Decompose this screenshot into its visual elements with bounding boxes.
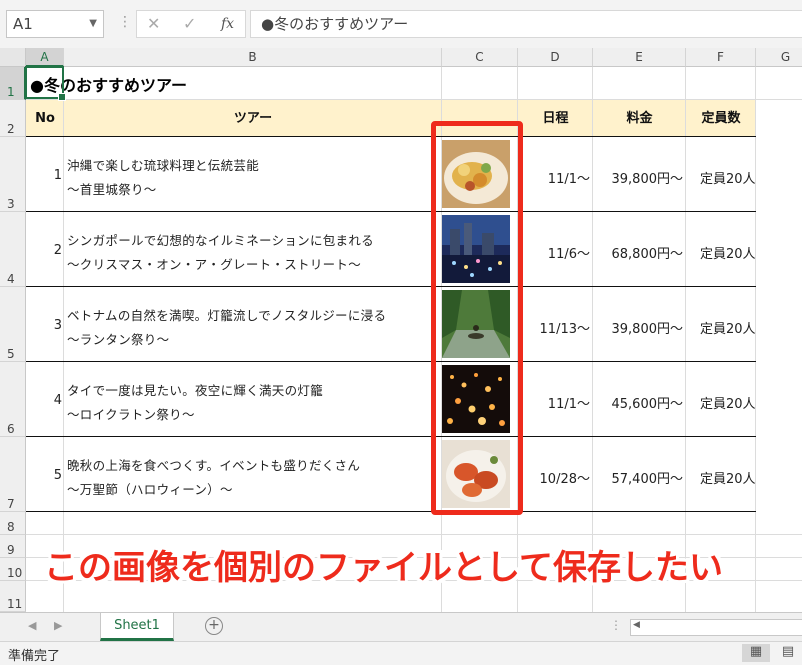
cell-capacity[interactable]: 定員20人 <box>700 168 756 187</box>
cell-tour-name[interactable]: 沖縄で楽しむ琉球料理と伝統芸能 <box>67 155 259 174</box>
row-header-5[interactable]: 5 <box>0 287 26 362</box>
gridline <box>592 67 593 612</box>
cell-date[interactable]: 11/13〜 <box>518 318 590 337</box>
cell-price[interactable]: 39,800円〜 <box>593 318 684 337</box>
page-layout-view-icon[interactable]: ▤ <box>774 644 802 662</box>
cell-date[interactable]: 10/28〜 <box>518 468 590 487</box>
formula-bar: A1 ▼ ⋮ ✕ ✓ fx ●冬のおすすめツアー <box>0 0 802 49</box>
header-capacity[interactable]: 定員数 <box>686 100 756 137</box>
cell-no[interactable]: 5 <box>26 468 62 483</box>
chevron-down-icon[interactable]: ▼ <box>89 11 97 37</box>
tab-splitter-icon[interactable]: ⋮ <box>610 618 622 632</box>
formula-buttons: ✕ ✓ fx <box>136 10 246 38</box>
add-sheet-icon[interactable]: + <box>205 617 223 635</box>
cell-no[interactable]: 3 <box>26 318 62 333</box>
normal-view-icon[interactable]: ▦ <box>742 644 770 662</box>
cell-tour-sub[interactable]: 〜クリスマス・オン・ア・グレート・ストリート〜 <box>67 254 361 273</box>
active-cell-selection <box>25 66 66 101</box>
cell-date[interactable]: 11/1〜 <box>518 168 590 187</box>
cell-capacity[interactable]: 定員20人 <box>700 318 756 337</box>
header-price[interactable]: 料金 <box>593 100 686 137</box>
column-header-f[interactable]: F <box>686 48 756 67</box>
sheet-tabs-bar: ◀ ▶ Sheet1 + ⋮ ◀ <box>0 612 802 641</box>
annotation-callout: この画像を個別のファイルとして保存したい <box>44 548 723 588</box>
header-schedule[interactable]: 日程 <box>518 100 593 137</box>
cell-date[interactable]: 11/1〜 <box>518 393 590 412</box>
cell-tour-name[interactable]: タイで一度は見たい。夜空に輝く満天の灯籠 <box>67 380 323 399</box>
table-border <box>26 361 756 362</box>
cell-tour-name[interactable]: 晩秋の上海を食べつくす。イベントも盛りだくさん <box>67 455 360 474</box>
column-header-c[interactable]: C <box>442 48 518 67</box>
tab-next-icon[interactable]: ▶ <box>54 619 62 632</box>
select-all-corner[interactable] <box>0 48 26 67</box>
row-header-4[interactable]: 4 <box>0 212 26 287</box>
tab-sheet1[interactable]: Sheet1 <box>100 613 174 641</box>
cell-price[interactable]: 45,600円〜 <box>593 393 684 412</box>
row-header-3[interactable]: 3 <box>0 137 26 212</box>
cell-price[interactable]: 39,800円〜 <box>593 168 684 187</box>
row-header-2[interactable]: 2 <box>0 100 26 137</box>
image-highlight-box <box>431 121 523 515</box>
column-header-b[interactable]: B <box>64 48 442 67</box>
cell-tour-name[interactable]: ベトナムの自然を満喫。灯籠流しでノスタルジーに浸る <box>67 305 386 324</box>
row-header-7[interactable]: 7 <box>0 437 26 512</box>
column-header-a[interactable]: A <box>26 48 64 67</box>
formula-input[interactable]: ●冬のおすすめツアー <box>250 10 802 38</box>
worksheet-grid[interactable]: A B C D E F G 1 2 3 4 5 6 7 8 9 10 11 ●冬… <box>0 48 802 612</box>
row-header-9[interactable]: 9 <box>0 535 26 558</box>
cell-tour-name[interactable]: シンガポールで幻想的なイルミネーションに包まれる <box>67 230 374 249</box>
cell-no[interactable]: 2 <box>26 243 62 258</box>
cell-tour-sub[interactable]: 〜ランタン祭り〜 <box>67 329 169 348</box>
cell-tour-sub[interactable]: 〜ロイクラトン祭り〜 <box>67 404 195 423</box>
gridline <box>755 67 756 612</box>
scroll-left-icon[interactable]: ◀ <box>633 620 640 630</box>
header-tour[interactable]: ツアー <box>64 100 442 137</box>
cell-capacity[interactable]: 定員20人 <box>700 243 756 262</box>
status-text: 準備完了 <box>8 649 61 664</box>
row-header-8[interactable]: 8 <box>0 512 26 535</box>
enter-check-icon[interactable]: ✓ <box>183 14 196 33</box>
column-header-d[interactable]: D <box>518 48 593 67</box>
gridline <box>685 67 686 612</box>
cell-no[interactable]: 1 <box>26 168 62 183</box>
row-header-1[interactable]: 1 <box>0 67 26 100</box>
gridline <box>26 534 802 535</box>
cell-no[interactable]: 4 <box>26 393 62 408</box>
name-box[interactable]: A1 ▼ <box>6 10 104 38</box>
horizontal-scrollbar[interactable]: ◀ <box>630 619 802 636</box>
cell-capacity[interactable]: 定員20人 <box>700 393 756 412</box>
cell-capacity[interactable]: 定員20人 <box>700 468 756 487</box>
table-border <box>26 286 756 287</box>
insert-function-icon[interactable]: fx <box>221 16 234 32</box>
formula-bar-grip-icon: ⋮ <box>118 14 133 30</box>
cell-tour-sub[interactable]: 〜万聖節（ハロウィーン）〜 <box>67 479 233 498</box>
cell-date[interactable]: 11/6〜 <box>518 243 590 262</box>
tab-prev-icon[interactable]: ◀ <box>28 619 36 632</box>
cancel-icon[interactable]: ✕ <box>147 14 160 33</box>
row-header-10[interactable]: 10 <box>0 558 26 581</box>
cell-price[interactable]: 68,800円〜 <box>593 243 684 262</box>
column-header-e[interactable]: E <box>593 48 686 67</box>
gridline <box>63 67 64 612</box>
table-border <box>26 511 756 512</box>
cell-tour-sub[interactable]: 〜首里城祭り〜 <box>67 179 157 198</box>
row-header-11[interactable]: 11 <box>0 581 26 612</box>
column-header-g[interactable]: G <box>756 48 802 67</box>
table-border <box>26 211 756 212</box>
table-border <box>26 436 756 437</box>
status-bar: 準備完了 ▦ ▤ <box>0 641 802 665</box>
cell-price[interactable]: 57,400円〜 <box>593 468 684 487</box>
row-header-6[interactable]: 6 <box>0 362 26 437</box>
header-no[interactable]: No <box>26 100 64 137</box>
